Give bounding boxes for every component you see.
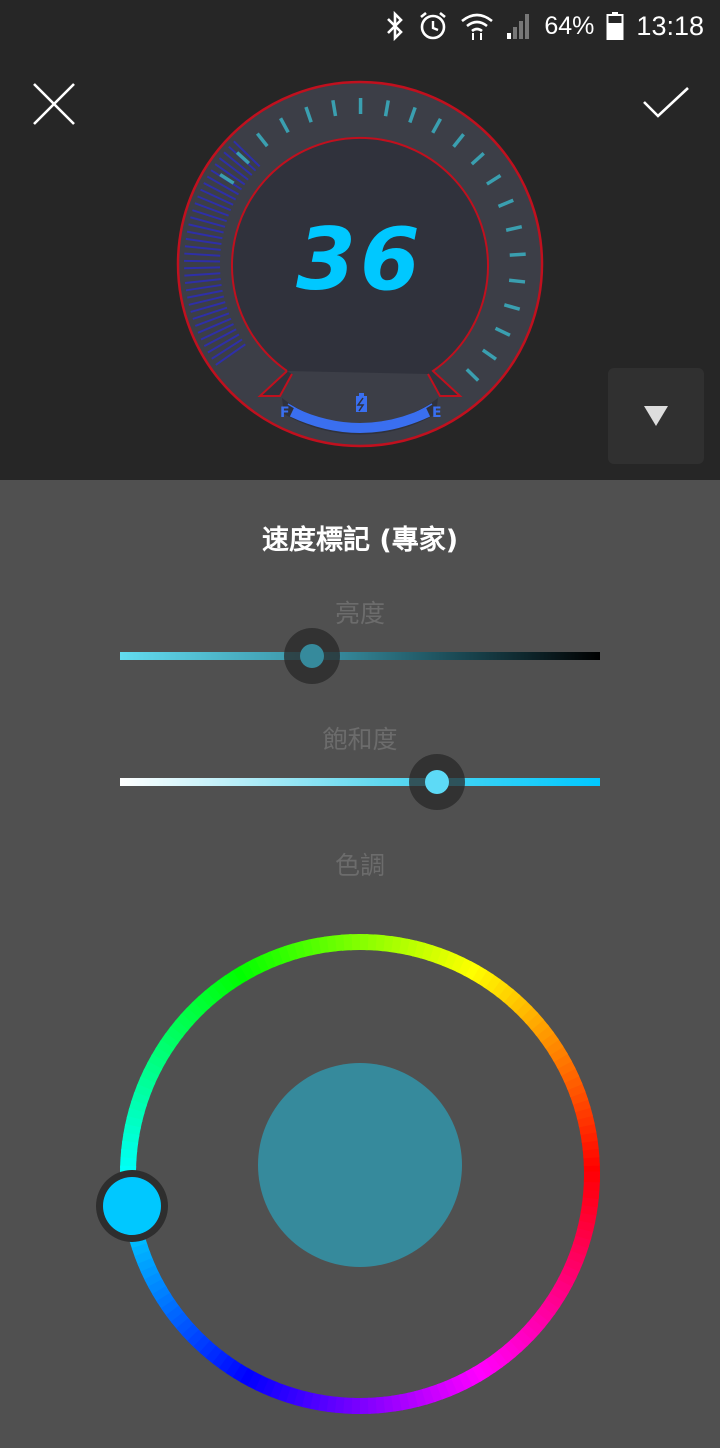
- alarm-icon: [418, 11, 448, 41]
- hue-thumb[interactable]: [96, 1170, 168, 1242]
- saturation-label: 飽和度: [0, 720, 720, 756]
- confirm-button[interactable]: [640, 82, 692, 126]
- scale-tick: [509, 280, 525, 282]
- clock: 13:18: [636, 11, 704, 42]
- battery-icon: [606, 11, 624, 41]
- fuel-empty-label: E: [432, 405, 442, 421]
- triangle-down-icon: [642, 404, 670, 428]
- close-icon: [28, 78, 80, 130]
- brightness-label: 亮度: [0, 594, 720, 630]
- brightness-slider[interactable]: [120, 652, 600, 660]
- wifi-icon: [460, 11, 494, 41]
- speed-fill-segment: [184, 267, 220, 268]
- speed-fill-segment: [184, 261, 220, 262]
- saturation-thumb[interactable]: [409, 754, 465, 810]
- saturation-thumb-dot: [425, 770, 449, 794]
- check-icon: [640, 82, 692, 126]
- brightness-thumb[interactable]: [284, 628, 340, 684]
- saturation-track[interactable]: [120, 778, 600, 786]
- battery-percent: 64%: [544, 12, 594, 41]
- saturation-slider[interactable]: [120, 778, 600, 786]
- hue-thumb-dot: [103, 1177, 161, 1235]
- preview-area: 64% 13:18 F E: [0, 0, 720, 480]
- fuel-full-label: F: [280, 405, 290, 421]
- brightness-track[interactable]: [120, 652, 600, 660]
- hue-label: 色調: [0, 846, 720, 882]
- bluetooth-icon: [384, 11, 406, 41]
- scale-tick: [510, 254, 526, 255]
- close-button[interactable]: [28, 78, 80, 130]
- color-preview: [258, 1063, 462, 1267]
- panel-title: 速度標記 (專家): [0, 518, 720, 557]
- speed-value: 36: [260, 210, 460, 310]
- signal-icon: [506, 11, 532, 41]
- status-bar: 64% 13:18: [0, 0, 720, 52]
- brightness-thumb-dot: [300, 644, 324, 668]
- collapse-button[interactable]: [608, 368, 704, 464]
